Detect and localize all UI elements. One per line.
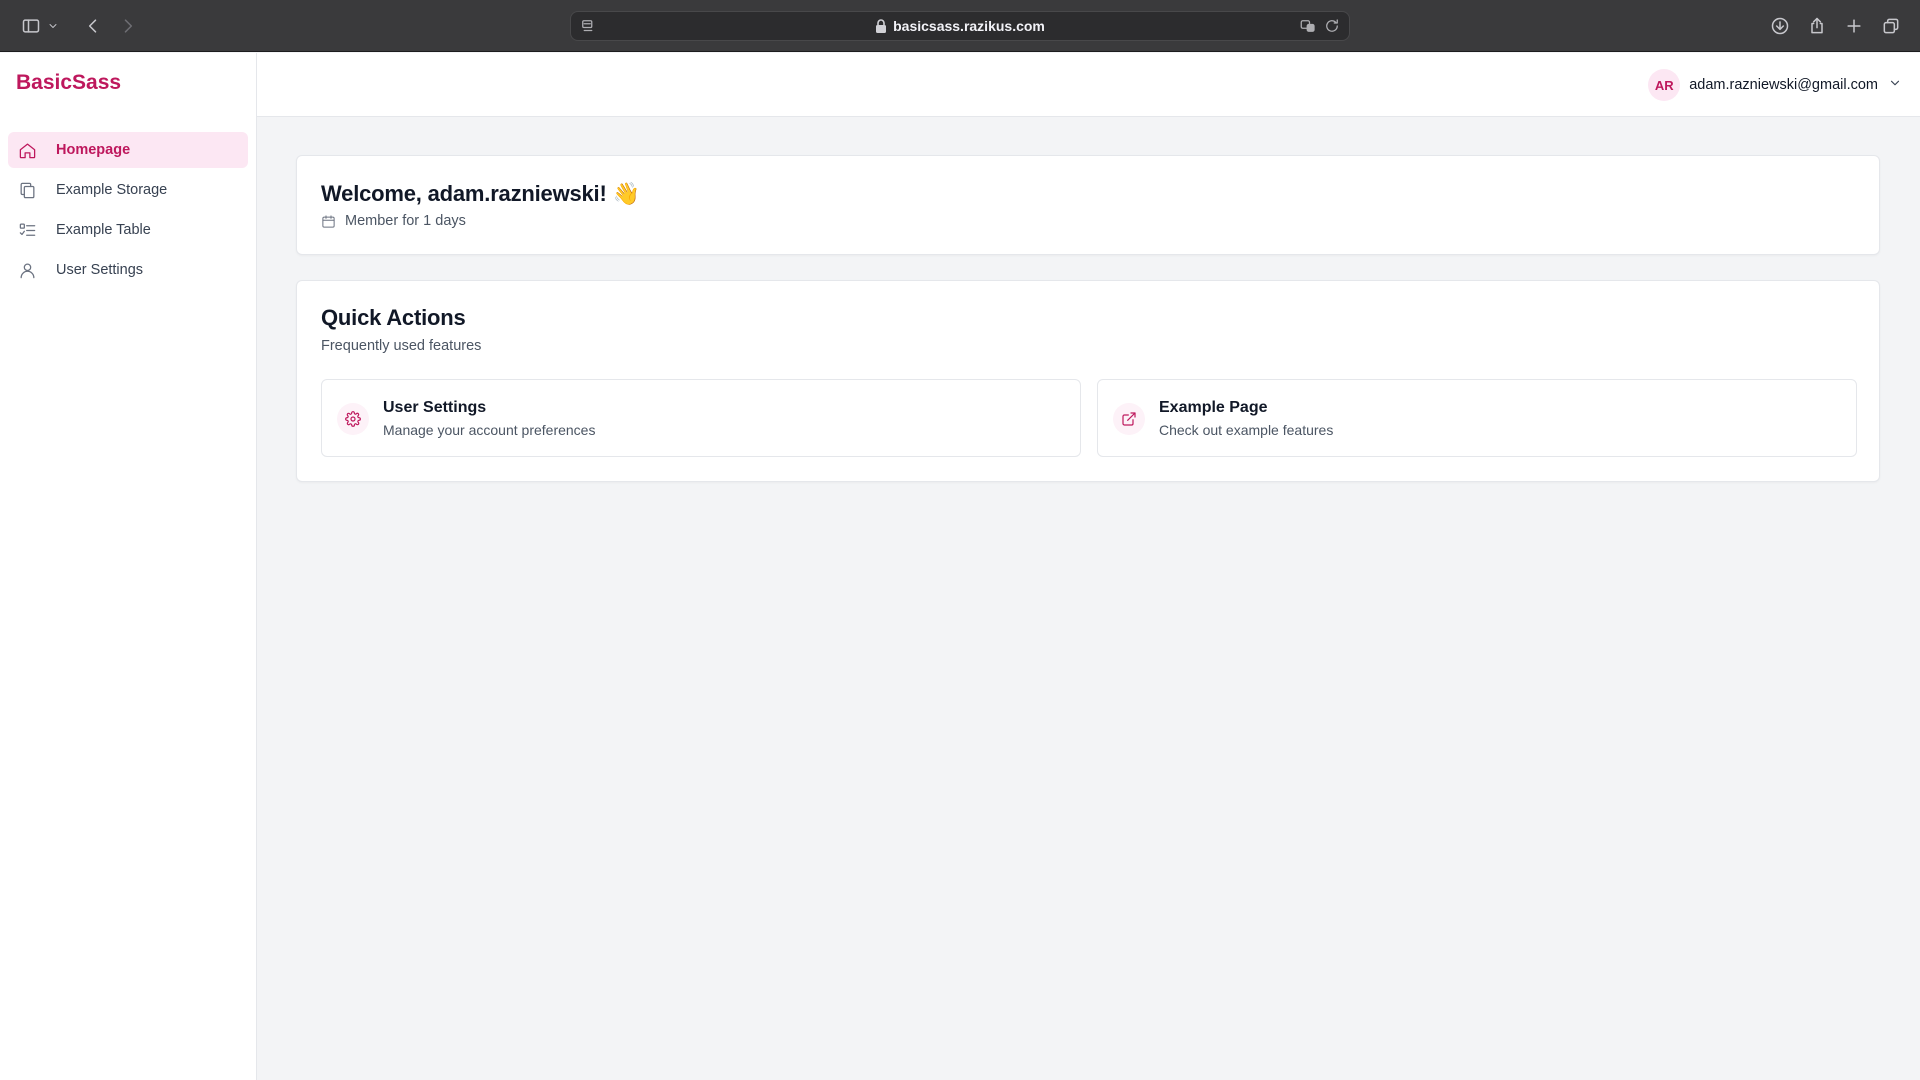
sidebar-item-label: Homepage bbox=[56, 142, 131, 158]
quick-action-example-page[interactable]: Example Page Check out example features bbox=[1097, 379, 1857, 457]
home-icon bbox=[17, 140, 37, 160]
quick-action-description: Check out example features bbox=[1159, 422, 1334, 438]
sidebar-item-example-storage[interactable]: Example Storage bbox=[8, 172, 248, 208]
tab-overview-icon[interactable] bbox=[1878, 13, 1904, 39]
quick-action-description: Manage your account preferences bbox=[383, 422, 596, 438]
external-link-icon bbox=[1113, 403, 1145, 435]
back-icon[interactable] bbox=[80, 13, 106, 39]
files-icon bbox=[17, 180, 37, 200]
browser-toolbar: basicsass.razikus.com bbox=[0, 0, 1920, 52]
page-title: Welcome, adam.razniewski! 👋 bbox=[321, 181, 640, 206]
brand-logo[interactable]: BasicSass bbox=[16, 71, 121, 95]
gear-icon bbox=[337, 403, 369, 435]
sidebar-item-label: Example Storage bbox=[56, 182, 168, 198]
user-icon bbox=[17, 260, 37, 280]
sidebar-item-label: User Settings bbox=[56, 262, 144, 278]
avatar: AR bbox=[1648, 69, 1681, 101]
sidebar-item-label: Example Table bbox=[56, 222, 151, 238]
quick-actions-subtitle: Frequently used features bbox=[321, 338, 482, 354]
quick-actions-title: Quick Actions bbox=[321, 305, 466, 330]
chevron-down-icon bbox=[1888, 76, 1902, 95]
sidebar-item-example-table[interactable]: Example Table bbox=[8, 212, 248, 248]
top-header: AR adam.razniewski@gmail.com bbox=[257, 53, 1920, 117]
sidebar-toggle-icon[interactable] bbox=[18, 13, 44, 39]
quick-action-title: User Settings bbox=[383, 399, 487, 416]
user-menu-button[interactable]: AR adam.razniewski@gmail.com bbox=[1648, 69, 1902, 101]
page-settings-icon[interactable] bbox=[579, 17, 597, 40]
share-icon[interactable] bbox=[1804, 13, 1830, 39]
new-tab-icon[interactable] bbox=[1841, 13, 1867, 39]
reload-icon[interactable] bbox=[1323, 17, 1341, 40]
welcome-card: Welcome, adam.razniewski! 👋 Member for 1… bbox=[296, 155, 1880, 255]
sidebar-item-homepage[interactable]: Homepage bbox=[8, 132, 248, 168]
user-email: adam.razniewski@gmail.com bbox=[1689, 77, 1878, 93]
list-checks-icon bbox=[17, 220, 37, 240]
lock-icon bbox=[875, 19, 887, 33]
sidebar-nav: Homepage Example Storage Example Table U… bbox=[8, 132, 248, 292]
downloads-icon[interactable] bbox=[1767, 13, 1793, 39]
address-bar[interactable]: basicsass.razikus.com bbox=[570, 11, 1350, 41]
sidebar: BasicSass Homepage Example Storage Examp… bbox=[0, 53, 257, 1080]
url-text: basicsass.razikus.com bbox=[893, 18, 1045, 34]
quick-actions-card: Quick Actions Frequently used features U… bbox=[296, 280, 1880, 482]
translate-icon[interactable] bbox=[1299, 17, 1317, 40]
calendar-icon bbox=[322, 214, 335, 228]
member-text: Member for 1 days bbox=[345, 213, 466, 229]
forward-icon[interactable] bbox=[115, 13, 141, 39]
member-duration: Member for 1 days bbox=[321, 213, 466, 229]
chevron-down-icon[interactable] bbox=[46, 13, 60, 39]
quick-action-title: Example Page bbox=[1159, 399, 1268, 416]
sidebar-item-user-settings[interactable]: User Settings bbox=[8, 252, 248, 288]
quick-action-user-settings[interactable]: User Settings Manage your account prefer… bbox=[321, 379, 1081, 457]
